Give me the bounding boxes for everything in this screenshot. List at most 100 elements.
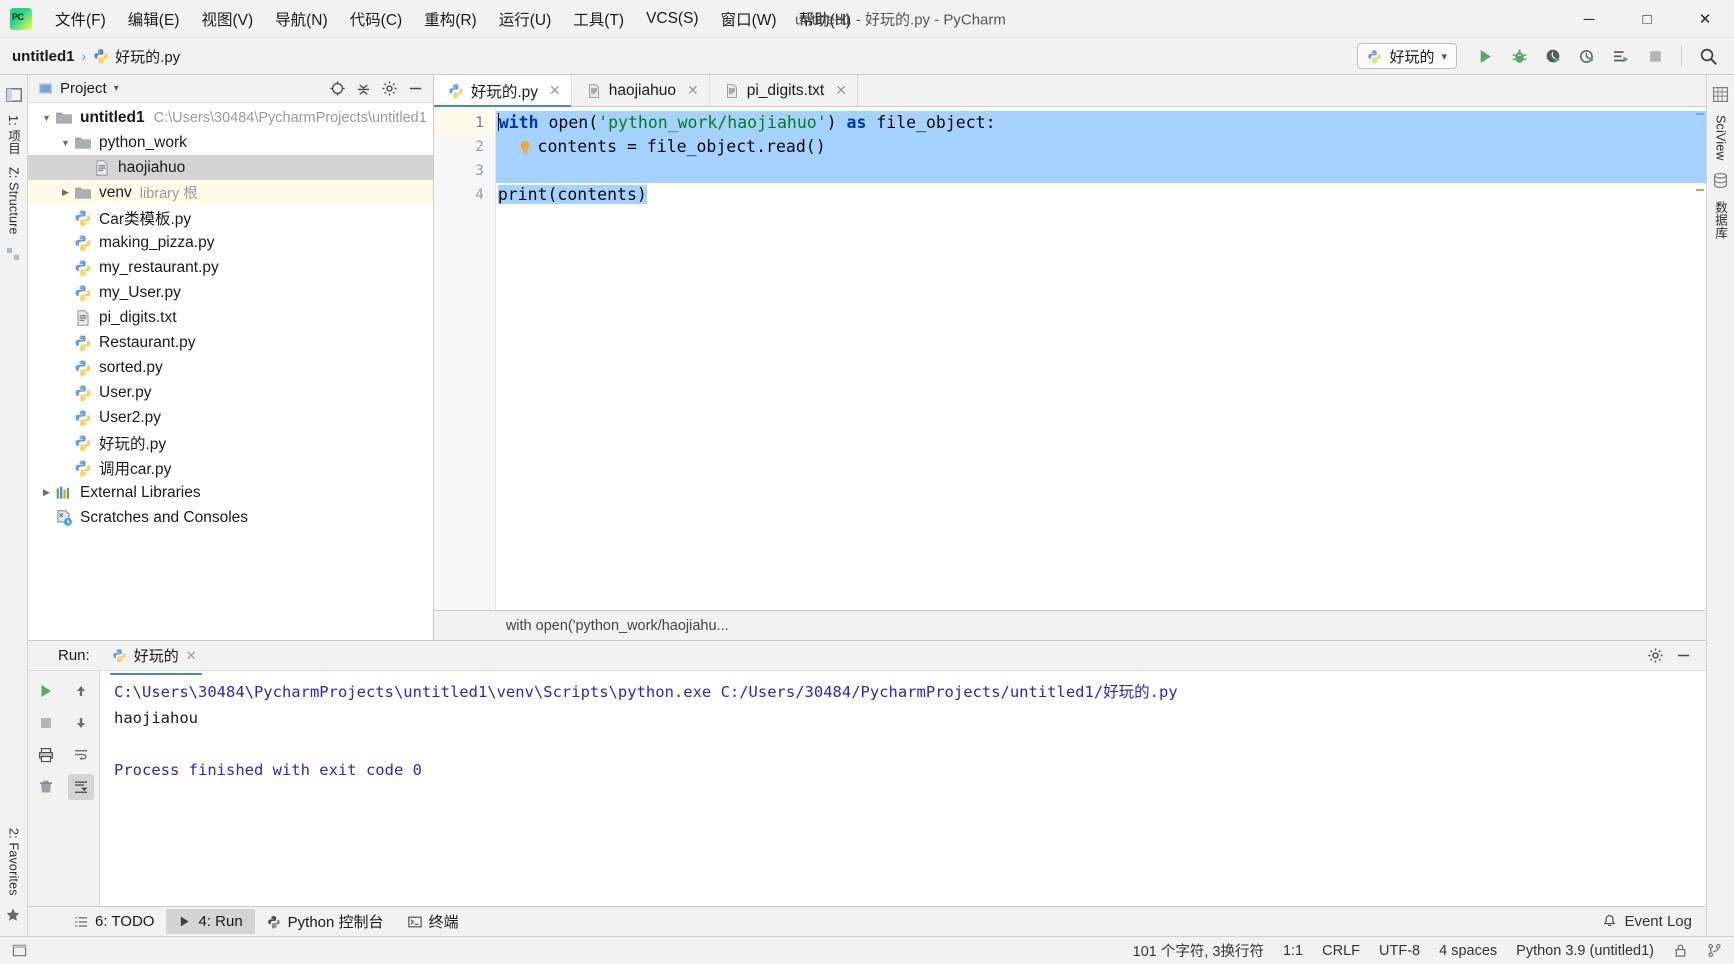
menu-edit[interactable]: 编辑(E) xyxy=(117,4,191,34)
tree-node-python_work[interactable]: ▼ python_work xyxy=(28,130,433,155)
collapse-all-icon[interactable] xyxy=(353,78,375,100)
tree-node-sorted-py[interactable]: sorted.py xyxy=(28,355,433,380)
close-icon[interactable]: ✕ xyxy=(835,82,847,99)
hide-panel-icon[interactable] xyxy=(405,78,427,100)
run-tests-button[interactable] xyxy=(1605,42,1637,70)
tree-node-haojiahuo[interactable]: haojiahuo xyxy=(28,155,433,180)
tree-node-pi_digits-txt[interactable]: pi_digits.txt xyxy=(28,305,433,330)
status-interpreter[interactable]: Python 3.9 (untitled1) xyxy=(1516,943,1654,959)
code-editor[interactable]: 1 2 3 4 with open('python_work/haojiahuo') … xyxy=(433,107,1706,610)
structure-rail-icon[interactable] xyxy=(5,246,23,264)
project-rail-icon[interactable] xyxy=(5,86,23,104)
profile-button[interactable] xyxy=(1571,42,1603,70)
settings-gear-icon[interactable] xyxy=(1644,645,1666,667)
sciview-rail-icon[interactable] xyxy=(1712,86,1730,104)
breadcrumb-file[interactable]: 好玩的.py xyxy=(93,46,180,67)
code-line[interactable]: contents = file_object.read() xyxy=(496,135,1706,159)
branch-icon[interactable] xyxy=(1707,943,1722,958)
menu-view[interactable]: 视图(V) xyxy=(190,4,264,34)
project-panel-title[interactable]: Project ▾ xyxy=(38,80,119,97)
code-line[interactable]: print(contents) xyxy=(496,183,1706,207)
database-rail-icon[interactable] xyxy=(1712,172,1730,190)
chevron-down-icon[interactable]: ▾ xyxy=(1441,50,1447,63)
chevron-down-icon[interactable]: ▾ xyxy=(114,83,119,94)
chevron-right-icon[interactable]: ▶ xyxy=(57,187,74,198)
breadcrumb-project[interactable]: untitled1 xyxy=(12,48,75,65)
stop-button[interactable] xyxy=(1639,42,1671,70)
run-button[interactable] xyxy=(1469,42,1501,70)
menu-refactor[interactable]: 重构(R) xyxy=(413,4,488,34)
favorites-star-icon[interactable] xyxy=(5,907,23,925)
debug-button[interactable] xyxy=(1503,42,1535,70)
trash-button[interactable] xyxy=(33,774,59,800)
code-line[interactable] xyxy=(496,159,1706,183)
up-stack-button[interactable] xyxy=(68,678,94,704)
sidebar-item-project[interactable]: 1: 项目 xyxy=(1,109,26,161)
editor-tab-bar[interactable]: 好玩的.py ✕ haojiahuo ✕ pi_digits.txt ✕ xyxy=(433,75,1706,107)
menu-navigate[interactable]: 导航(N) xyxy=(264,4,339,34)
status-encoding[interactable]: UTF-8 xyxy=(1379,943,1420,959)
down-stack-button[interactable] xyxy=(68,710,94,736)
minimize-button[interactable]: ─ xyxy=(1560,0,1618,38)
chevron-down-icon[interactable]: ▼ xyxy=(57,138,74,148)
run-tab[interactable]: 好玩的 ✕ xyxy=(106,641,206,675)
lock-icon[interactable] xyxy=(1673,943,1688,958)
rerun-button[interactable] xyxy=(33,678,59,704)
tool-window-terminal[interactable]: 终端 xyxy=(396,907,471,936)
tree-node-untitled1[interactable]: ▼ untitled1 C:\Users\30484\PycharmProjects… xyxy=(28,105,433,130)
close-icon[interactable]: ✕ xyxy=(549,82,561,99)
run-console-output[interactable]: C:\Users\30484\PycharmProjects\untitled1… xyxy=(100,671,1706,906)
tool-window-python-console[interactable]: Python 控制台 xyxy=(255,907,396,936)
tree-node-restaurant-py[interactable]: Restaurant.py xyxy=(28,330,433,355)
tool-window-todo[interactable]: 6: TODO xyxy=(62,909,166,934)
tree-node-调用car-py[interactable]: 调用car.py xyxy=(28,455,433,480)
menu-vcs[interactable]: VCS(S) xyxy=(635,6,710,32)
tree-node-my_user-py[interactable]: my_User.py xyxy=(28,280,433,305)
menu-tools[interactable]: 工具(T) xyxy=(562,4,635,34)
menu-run[interactable]: 运行(U) xyxy=(488,4,563,34)
chevron-down-icon[interactable]: ▼ xyxy=(38,113,55,123)
tool-window-run[interactable]: 4: Run xyxy=(166,909,255,934)
hide-panel-icon[interactable] xyxy=(1672,645,1694,667)
select-opened-file-icon[interactable] xyxy=(327,78,349,100)
sidebar-item-structure[interactable]: Z: Structure xyxy=(4,161,24,241)
soft-wrap-button[interactable] xyxy=(68,742,94,768)
tree-node-user-py[interactable]: User.py xyxy=(28,380,433,405)
tree-node-making_pizza-py[interactable]: making_pizza.py xyxy=(28,230,433,255)
settings-gear-icon[interactable] xyxy=(379,78,401,100)
tree-node-user2-py[interactable]: User2.py xyxy=(28,405,433,430)
close-button[interactable]: ✕ xyxy=(1676,0,1734,38)
run-with-coverage-button[interactable] xyxy=(1537,42,1569,70)
tree-node-venv[interactable]: ▶ venv library 根 xyxy=(28,180,433,205)
tree-node-scratches-and-consoles[interactable]: Scratches and Consoles xyxy=(28,505,433,530)
editor-tab-haojiahuo[interactable]: haojiahuo ✕ xyxy=(571,75,710,106)
stop-process-button[interactable] xyxy=(33,710,59,736)
menu-window[interactable]: 窗口(W) xyxy=(710,4,788,34)
close-icon[interactable]: ✕ xyxy=(186,648,197,664)
project-file-tree[interactable]: ▼ untitled1 C:\Users\30484\PycharmProjects… xyxy=(28,103,433,640)
tree-node-好玩的-py[interactable]: 好玩的.py xyxy=(28,430,433,455)
chevron-right-icon[interactable]: ▶ xyxy=(38,487,55,498)
close-icon[interactable]: ✕ xyxy=(687,82,699,99)
code-line[interactable]: with open('python_work/haojiahuo') as fi… xyxy=(496,111,1706,135)
event-log-area[interactable]: Event Log xyxy=(1602,913,1706,930)
scroll-to-end-button[interactable] xyxy=(68,774,95,800)
sidebar-item-favorites[interactable]: 2: Favorites xyxy=(4,822,24,902)
editor-tab-好玩的-py[interactable]: 好玩的.py ✕ xyxy=(433,75,572,107)
sidebar-item-database[interactable]: 数据库 xyxy=(1708,195,1733,245)
tree-node-car类模板-py[interactable]: Car类模板.py xyxy=(28,205,433,230)
status-indent[interactable]: 4 spaces xyxy=(1439,943,1497,959)
status-caret-position[interactable]: 1:1 xyxy=(1283,943,1303,959)
maximize-button[interactable]: □ xyxy=(1618,0,1676,38)
editor-tab-pi_digits-txt[interactable]: pi_digits.txt ✕ xyxy=(709,75,858,106)
menu-code[interactable]: 代码(C) xyxy=(339,4,414,34)
run-configuration-selector[interactable]: 好玩的 ▾ xyxy=(1357,43,1457,69)
menu-file[interactable]: 文件(F) xyxy=(44,4,117,34)
search-everywhere-button[interactable] xyxy=(1692,42,1724,70)
sidebar-item-sciview[interactable]: SciView xyxy=(1711,109,1731,167)
status-line-separator[interactable]: CRLF xyxy=(1322,943,1360,959)
status-widget-icon[interactable] xyxy=(12,943,27,958)
tree-node-my_restaurant-py[interactable]: my_restaurant.py xyxy=(28,255,433,280)
print-button[interactable] xyxy=(33,742,59,768)
code-content[interactable]: with open('python_work/haojiahuo') as fi… xyxy=(495,107,1706,610)
